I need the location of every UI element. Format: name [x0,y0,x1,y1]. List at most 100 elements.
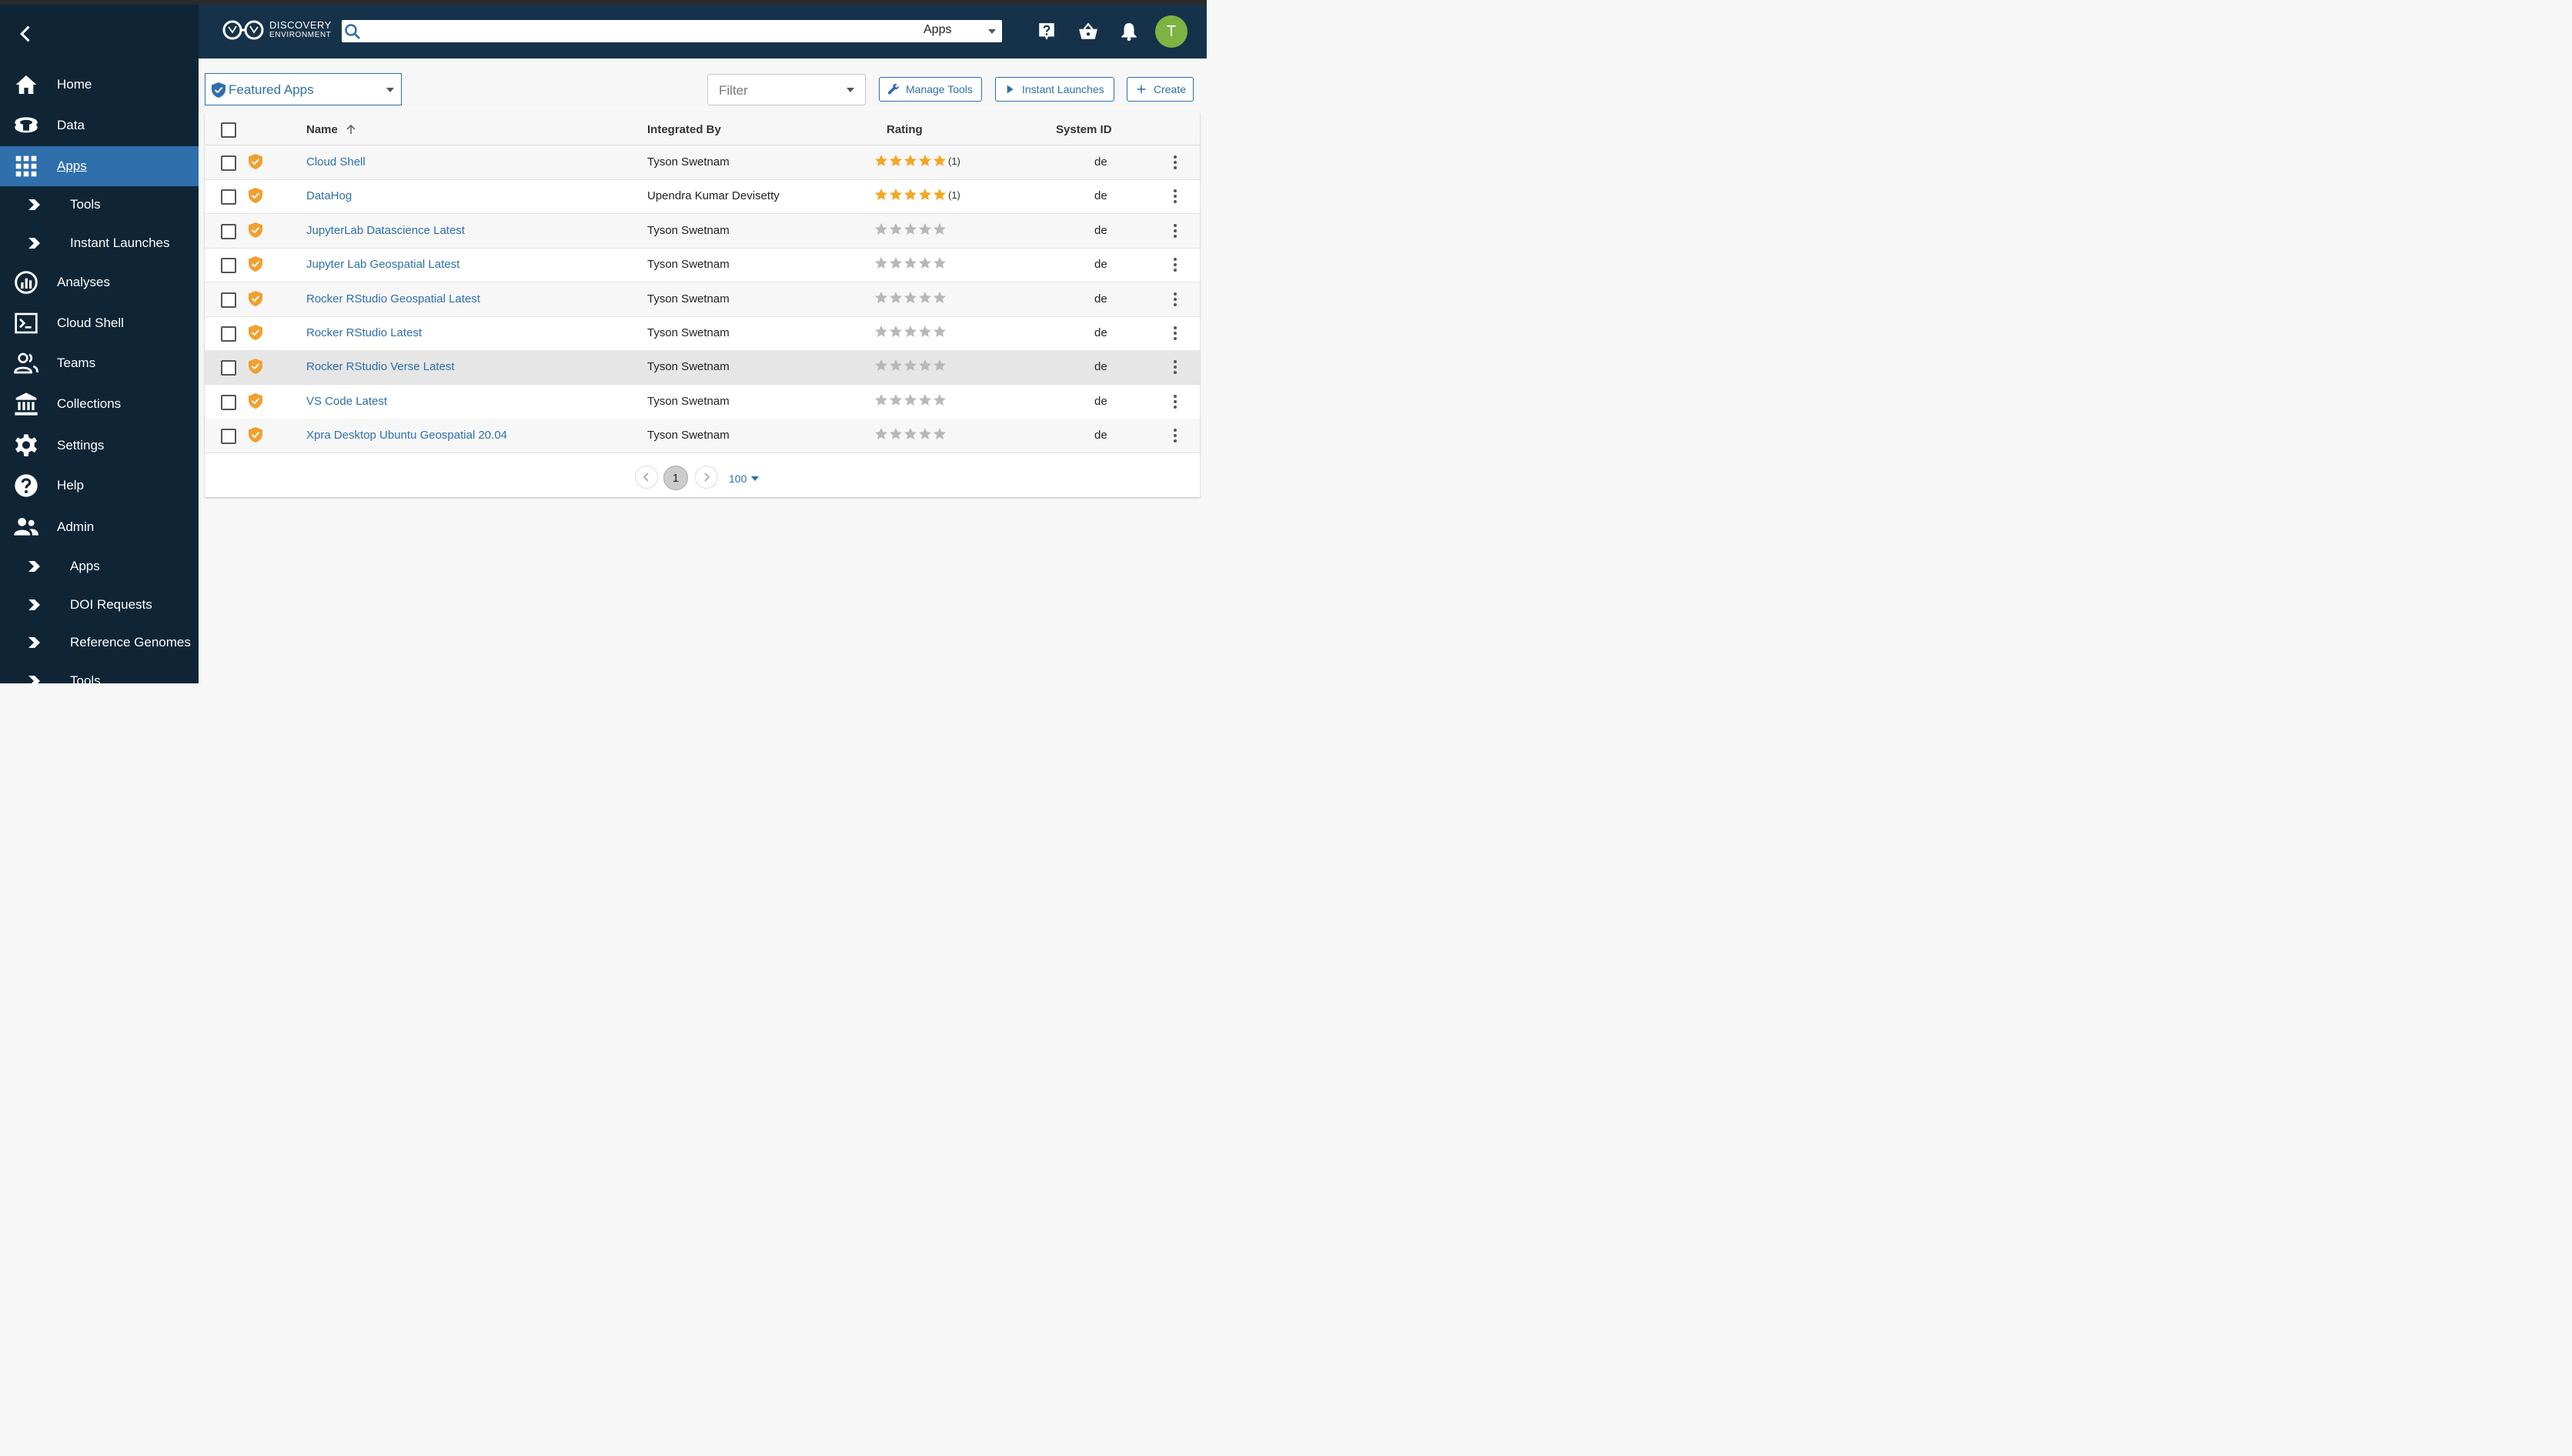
star-icon[interactable] [889,256,903,270]
row-checkbox[interactable] [221,326,236,342]
more-vertical-icon[interactable] [1168,189,1182,204]
notification-bell-icon[interactable] [1119,22,1139,42]
star-icon[interactable] [918,291,932,305]
star-icon[interactable] [918,427,932,441]
sidebar-item-teams[interactable]: Teams [0,343,199,383]
star-icon[interactable] [904,325,917,339]
help-question-icon[interactable] [1037,22,1057,42]
sidebar-item-cloud-shell[interactable]: Cloud Shell [0,303,199,343]
more-vertical-icon[interactable] [1168,326,1182,341]
create-button[interactable]: Create [1127,77,1194,102]
sidebar-item-data[interactable]: Data [0,105,199,145]
table-row[interactable]: Rocker RStudio Verse Latest Tyson Swetnam… [205,350,1200,386]
sidebar-item-apps[interactable]: Apps [0,146,199,186]
search-scope-select[interactable]: Apps [924,23,951,37]
next-page-button[interactable] [695,466,718,489]
back-arrow-icon[interactable] [15,23,37,45]
more-vertical-icon[interactable] [1168,292,1182,307]
more-vertical-icon[interactable] [1168,428,1182,443]
star-icon[interactable] [874,359,888,372]
table-row[interactable]: JupyterLab Datascience Latest Tyson Swetn… [205,213,1200,249]
app-name-link[interactable]: JupyterLab Datascience Latest [306,224,465,237]
page-size-select[interactable]: 100 [729,473,760,485]
star-icon[interactable] [874,256,888,270]
more-vertical-icon[interactable] [1168,359,1182,375]
star-icon[interactable] [874,222,888,236]
star-icon[interactable] [933,188,947,202]
sidebar-item-admin[interactable]: Admin [0,507,199,547]
sidebar-subitem-tools[interactable]: Tools [0,186,199,223]
filter-select[interactable]: Filter [707,74,866,105]
row-checkbox[interactable] [221,189,236,205]
sidebar-item-help[interactable]: Help [0,466,199,506]
sidebar-item-settings[interactable]: Settings [0,426,199,466]
discovery-environment-logo[interactable]: DISCOVERY ENVIRONMENT [222,18,332,42]
star-icon[interactable] [904,222,917,236]
table-row[interactable]: Cloud Shell Tyson Swetnam (1) de [205,145,1200,180]
star-icon[interactable] [933,325,947,339]
star-icon[interactable] [904,256,917,270]
instant-launches-button[interactable]: Instant Launches [995,77,1114,102]
row-checkbox[interactable] [221,394,236,410]
table-row[interactable]: DataHog Upendra Kumar Devisetty (1) de [205,179,1200,215]
app-name-link[interactable]: VS Code Latest [306,395,387,408]
star-icon[interactable] [933,393,947,407]
app-name-link[interactable]: Rocker RStudio Geospatial Latest [306,292,480,306]
app-name-link[interactable]: Cloud Shell [306,155,366,169]
star-icon[interactable] [874,188,888,202]
sidebar-subitem-reference-genomes[interactable]: Reference Genomes [0,624,199,661]
star-icon[interactable] [918,154,932,168]
row-checkbox[interactable] [221,429,236,445]
star-icon[interactable] [889,291,903,305]
star-icon[interactable] [889,427,903,441]
star-icon[interactable] [889,359,903,372]
user-avatar[interactable]: T [1155,15,1187,48]
column-header-integrated-by[interactable]: Integrated By [647,123,721,136]
row-checkbox[interactable] [221,292,236,308]
row-checkbox[interactable] [221,223,236,239]
app-name-link[interactable]: Rocker RStudio Verse Latest [306,360,455,373]
star-icon[interactable] [918,256,932,270]
star-icon[interactable] [933,291,947,305]
chevron-down-icon[interactable] [988,29,996,34]
app-name-link[interactable]: Xpra Desktop Ubuntu Geospatial 20.04 [306,429,507,442]
star-icon[interactable] [904,393,917,407]
app-name-link[interactable]: Rocker RStudio Latest [306,326,422,339]
star-icon[interactable] [904,188,917,202]
star-icon[interactable] [904,291,917,305]
row-checkbox[interactable] [221,258,236,274]
sidebar-item-home[interactable]: Home [0,65,199,105]
table-row[interactable]: Jupyter Lab Geospatial Latest Tyson Swetn… [205,248,1200,283]
star-icon[interactable] [874,427,888,441]
star-icon[interactable] [904,359,917,372]
star-icon[interactable] [918,188,932,202]
sidebar-subitem-doi-requests[interactable]: DOI Requests [0,586,199,623]
star-icon[interactable] [918,325,932,339]
star-icon[interactable] [874,154,888,168]
column-header-rating[interactable]: Rating [887,123,923,136]
star-icon[interactable] [918,393,932,407]
table-row[interactable]: Rocker RStudio Geospatial Latest Tyson Sw… [205,282,1200,317]
more-vertical-icon[interactable] [1168,223,1182,239]
current-page-button[interactable]: 1 [663,466,688,490]
column-header-system-id[interactable]: System ID [1056,123,1112,136]
star-icon[interactable] [933,359,947,372]
app-view-select[interactable]: Featured Apps [205,73,402,105]
star-icon[interactable] [918,359,932,372]
sidebar-subitem-admin-tools[interactable]: Tools [0,663,199,683]
more-vertical-icon[interactable] [1168,257,1182,272]
star-icon[interactable] [889,188,903,202]
star-icon[interactable] [904,154,917,168]
sidebar-item-analyses[interactable]: Analyses [0,262,199,302]
search-input[interactable] [365,20,907,44]
table-row[interactable]: Xpra Desktop Ubuntu Geospatial 20.04 Tyso… [205,419,1200,454]
app-name-link[interactable]: DataHog [306,189,352,202]
column-header-name[interactable]: Name [306,123,356,136]
star-icon[interactable] [874,393,888,407]
app-name-link[interactable]: Jupyter Lab Geospatial Latest [306,258,459,271]
star-icon[interactable] [889,222,903,236]
sidebar-item-collections[interactable]: Collections [0,384,199,424]
star-icon[interactable] [874,291,888,305]
prev-page-button[interactable] [635,466,658,489]
table-row[interactable]: Rocker RStudio Latest Tyson Swetnam de [205,316,1200,351]
